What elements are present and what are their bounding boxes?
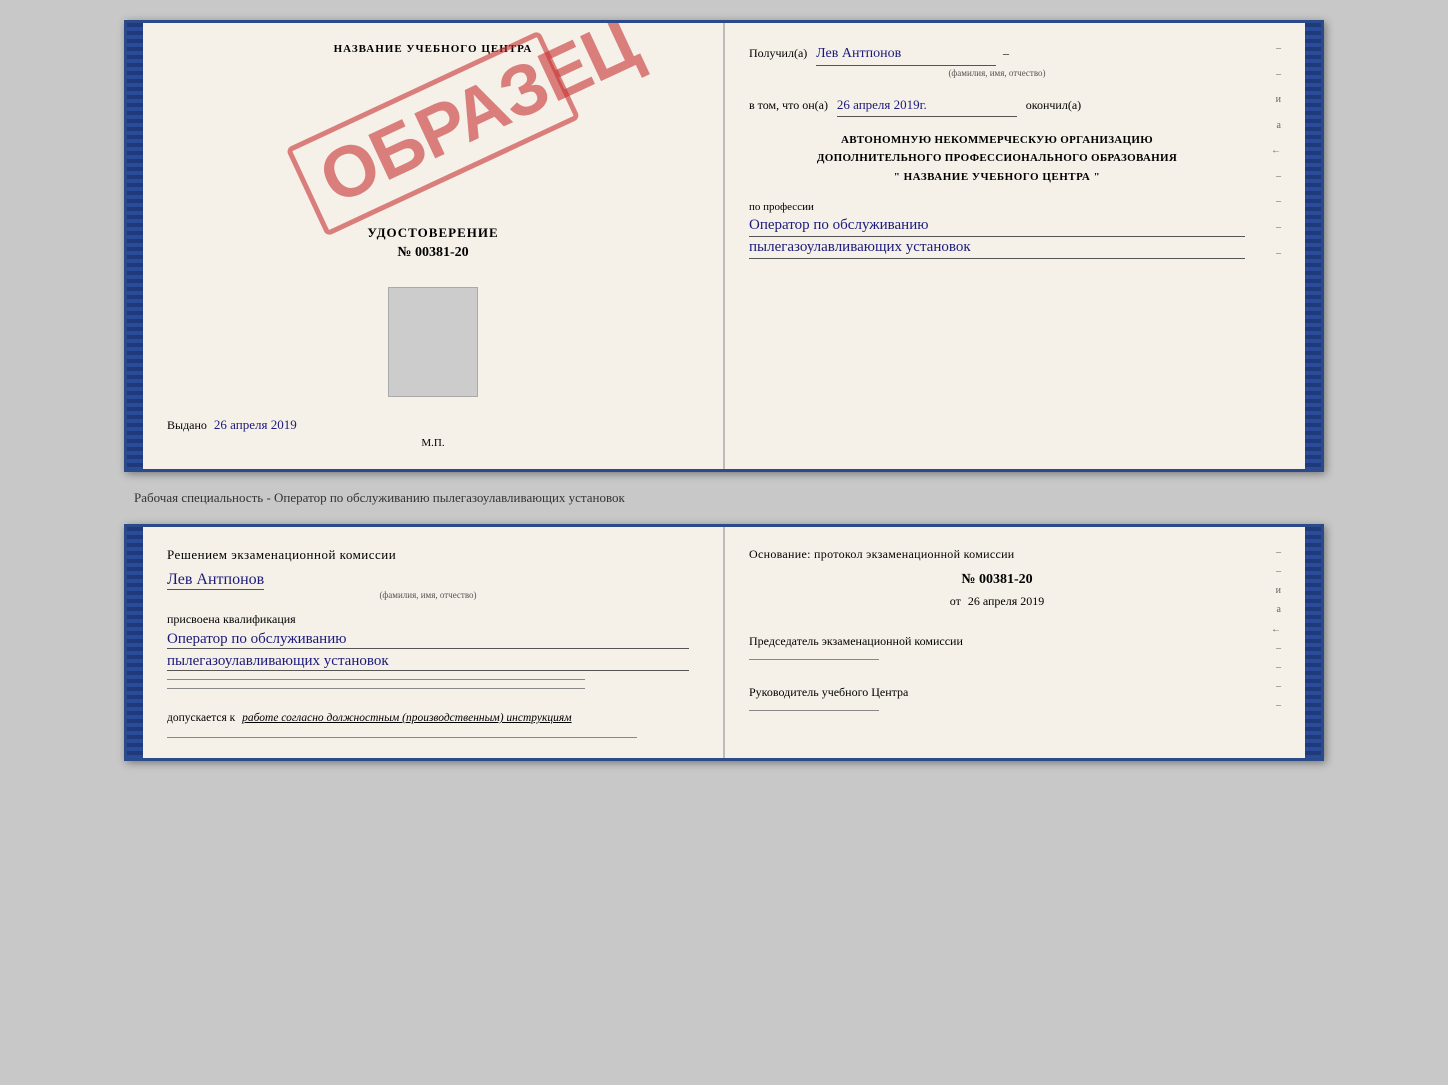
profession-block: по профессии Оператор по обслуживанию пы… — [749, 201, 1245, 259]
in-that-label: в том, что он(а) — [749, 98, 828, 112]
bottom-person-name: Лев Антпонов — [167, 571, 264, 590]
basis-text: Основание: протокол экзаменационной коми… — [749, 547, 1245, 562]
received-label: Получил(а) — [749, 46, 807, 60]
fio-label-top: (фамилия, имя, отчество) — [749, 66, 1245, 80]
access-text-label: допускается к — [167, 712, 235, 724]
center-head-label: Руководитель учебного Центра — [749, 685, 908, 699]
right-binding — [1305, 23, 1321, 469]
received-field: Получил(а) Лев Антпонов – (фамилия, имя,… — [749, 43, 1245, 81]
cert-number: № 00381-20 — [167, 245, 699, 261]
cert-left-page: НАЗВАНИЕ УЧЕБНОГО ЦЕНТРА ОБРАЗЕЦ УДОСТОВ… — [143, 23, 725, 469]
chair-label: Председатель экзаменационной комиссии — [749, 634, 963, 648]
recipient-name: Лев Антпонов — [816, 43, 996, 66]
cert-label: УДОСТОВЕРЕНИЕ — [167, 225, 699, 241]
center-head-block: Руководитель учебного Центра — [749, 680, 1245, 711]
access-italic-text: работе согласно должностным (производств… — [242, 712, 571, 724]
specialty-line: Рабочая специальность - Оператор по обсл… — [124, 484, 1324, 512]
protocol-number: № 00381-20 — [749, 572, 1245, 588]
photo-placeholder — [388, 287, 478, 397]
from-label: от — [950, 594, 961, 608]
bottom-left-binding — [127, 527, 143, 758]
bottom-right-binding — [1305, 527, 1321, 758]
commission-decision: Решением экзаменационной комиссии — [167, 547, 689, 563]
profession-label: по профессии — [749, 201, 1245, 213]
qual-line-2: пылегазоулавливающих установок — [167, 653, 689, 671]
qual-assigned-label: присвоена квалификация — [167, 612, 689, 627]
mp-label: М.П. — [421, 437, 444, 449]
chair-block: Председатель экзаменационной комиссии — [749, 629, 1245, 660]
from-date: 26 апреля 2019 — [968, 594, 1044, 608]
qual-line-1: Оператор по обслуживанию — [167, 631, 689, 649]
completed-field: в том, что он(а) 26 апреля 2019г. окончи… — [749, 95, 1245, 117]
bottom-fio-label: (фамилия, имя, отчество) — [167, 590, 689, 600]
issued-label: Выдано — [167, 418, 207, 432]
access-block: допускается к работе согласно должностны… — [167, 709, 689, 727]
qualification-block: присвоена квалификация Оператор по обслу… — [167, 612, 689, 689]
left-binding — [127, 23, 143, 469]
from-date-block: от 26 апреля 2019 — [749, 594, 1245, 609]
bottom-left-page: Решением экзаменационной комиссии Лев Ан… — [143, 527, 725, 758]
completed-date: 26 апреля 2019г. — [837, 95, 1017, 117]
org-name: АВТОНОМНУЮ НЕКОММЕРЧЕСКУЮ ОРГАНИЗАЦИЮ ДО… — [749, 131, 1245, 187]
cert-right-page: Получил(а) Лев Антпонов – (фамилия, имя,… — [725, 23, 1305, 469]
prof-line-1: Оператор по обслуживанию — [749, 217, 1245, 237]
completed-label: окончил(а) — [1026, 98, 1081, 112]
bottom-right-page: Основание: протокол экзаменационной коми… — [725, 527, 1305, 758]
issued-date: 26 апреля 2019 — [214, 417, 297, 432]
prof-line-2: пылегазоулавливающих установок — [749, 239, 1245, 259]
